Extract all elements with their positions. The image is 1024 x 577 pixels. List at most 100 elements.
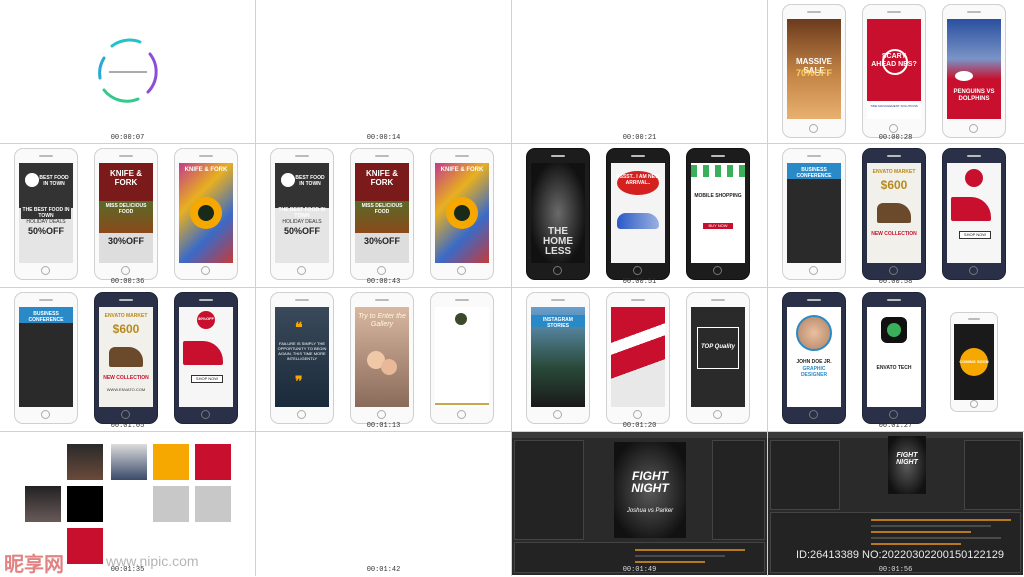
thumbnail-11[interactable]: INSTAGRAM STORIES TOP Quality 00:01:20 <box>512 288 767 431</box>
timestamp: 00:01:42 <box>366 566 401 574</box>
screen-collection: NEW COLLECTION <box>103 375 149 381</box>
screen-title: KNIFE & FORK <box>440 167 484 173</box>
fight-subtitle: Joshua vs Parker <box>626 508 674 514</box>
buy-now-button[interactable]: BUY NOW <box>703 223 733 229</box>
thumbnail-8[interactable]: BUSINESS CONFERENCE ENVATO MARKET $600 N… <box>768 144 1023 287</box>
phone-mockup: TOP Quality <box>686 292 750 424</box>
thumbnail-10[interactable]: ❝ FAILURE IS SIMPLY THE OPPORTUNITY TO B… <box>256 288 511 431</box>
phone-screen: BEST FOOD IN TOWN THE BEST FOOD IN TOWN … <box>275 163 329 263</box>
screen-value: 50%OFF <box>27 226 64 236</box>
screen-title: INSTAGRAM STORIES <box>543 317 573 329</box>
screen-deal: HOLIDAY DEALS <box>26 219 66 225</box>
quote-open-icon: ❝ <box>295 319 303 335</box>
color-swatch-red <box>67 528 103 564</box>
quote-close-icon: ❞ <box>295 373 303 389</box>
screen-price: $600 <box>880 178 908 192</box>
timestamp: 00:01:56 <box>878 566 913 574</box>
timestamp: 00:01:20 <box>622 422 657 430</box>
phone-screen: TOP Quality <box>691 307 745 407</box>
timestamp: 00:01:13 <box>366 422 401 430</box>
phone-screen: KNIFE & FORK MISS DELICIOUS FOOD 30%OFF <box>99 163 153 263</box>
phone-screen: INSTAGRAM STORIES <box>531 307 585 407</box>
phone-mockup: BEST FOOD IN TOWN THE BEST FOOD IN TOWN … <box>270 148 334 280</box>
project-panel <box>770 440 840 510</box>
after-effects-window: FIGHT NIGHT Joshua vs Parker <box>512 432 767 575</box>
thumbnail-9[interactable]: BUSINESS CONFERENCE ENVATO MARKET $600 N… <box>0 288 255 431</box>
screen-line: MISS DELICIOUS FOOD <box>361 203 403 215</box>
phone-mockup: KNIFE & FORK <box>430 148 494 280</box>
phone-screen: MASSIVE SALE 70%OFF <box>787 19 841 119</box>
phone-screen: ENVATO TECH <box>867 307 921 407</box>
screen-footer: TIME MANAGEMENT SOLUTIONS <box>870 104 918 108</box>
timestamp: 00:01:27 <box>878 422 913 430</box>
screen-value: 30%OFF <box>197 316 214 321</box>
screen-site: WWW.ENVATO.COM <box>106 387 146 392</box>
thumbnail-6[interactable]: BEST FOOD IN TOWN THE BEST FOOD IN TOWN … <box>256 144 511 287</box>
watermark-site: www.nipic.com <box>106 553 199 569</box>
phone-mockup: 30%OFF SHOP NOW <box>174 292 238 424</box>
phone-mockup <box>606 292 670 424</box>
screen-title: KNIFE & FORK <box>366 169 398 187</box>
phone-screen: Try to Enter the Gallery <box>355 307 409 407</box>
screen-value: 50%OFF <box>283 226 320 236</box>
phone-screen: BUSINESS CONFERENCE <box>787 163 841 263</box>
thumbnail-2[interactable]: 00:00:14 <box>256 0 511 143</box>
effects-panel <box>964 440 1021 510</box>
shop-now-button[interactable]: SHOP NOW <box>191 375 223 383</box>
screen-text: TOP Quality <box>700 344 735 350</box>
photo-swatch <box>25 486 61 522</box>
phone-screen: PENGUINS VS DOLPHINS <box>947 19 1001 119</box>
avatar <box>796 315 832 351</box>
thumbnail-15[interactable]: FIGHT NIGHT Joshua vs Parker 00:01:49 <box>512 432 767 575</box>
timestamp: 00:01:05 <box>110 422 145 430</box>
timestamp: 00:00:51 <box>622 278 657 286</box>
phone-mockup: BUSINESS CONFERENCE <box>14 292 78 424</box>
fight-title: FIGHT NIGHT <box>631 469 669 495</box>
timestamp: 00:00:36 <box>110 278 145 286</box>
thumbnail-3[interactable]: 00:00:21 <box>512 0 767 143</box>
phone-mockup: BUSINESS CONFERENCE <box>782 148 846 280</box>
phone-mockup: JOHN DOE JR. GRAPHIC DESIGNER <box>782 292 846 424</box>
screen-title: ENVATO TECH <box>876 365 912 371</box>
profile-name: JOHN DOE JR. <box>796 359 832 365</box>
phone-mockup: SCARY AHEAD NES? TIME MANAGEMENT SOLUTIO… <box>862 4 926 138</box>
color-swatch-gold <box>153 444 189 480</box>
watermark-id: ID:26413389 NO:20220302200150122129 <box>796 549 1004 561</box>
phone-screen <box>611 307 665 407</box>
phone-screen: ENVATO MARKET $600 NEW COLLECTION WWW.EN… <box>99 307 153 407</box>
thumbnail-12[interactable]: JOHN DOE JR. GRAPHIC DESIGNER ENVATO TEC… <box>768 288 1023 431</box>
timestamp: 00:00:21 <box>622 134 657 142</box>
phone-mockup: THE HOME LESS <box>526 148 590 280</box>
phone-mockup: ENVATO MARKET $600 NEW COLLECTION WWW.EN… <box>94 292 158 424</box>
phone-screen: KNIFE & FORK <box>179 163 233 263</box>
thumbnail-14[interactable]: 00:01:42 <box>256 432 511 575</box>
screen-collection: NEW COLLECTION <box>871 231 917 237</box>
phone-mockup: SHOP NOW <box>942 148 1006 280</box>
screen-title: BUSINESS CONFERENCE <box>28 311 64 323</box>
color-swatch-grey <box>195 486 231 522</box>
color-swatch-grey <box>153 486 189 522</box>
screen-title: BEST FOOD IN TOWN <box>295 175 325 187</box>
phone-screen: COMING SOON <box>954 324 994 400</box>
fight-title: FIGHT NIGHT <box>896 452 918 466</box>
phone-mockup: KNIFE & FORK MISS DELICIOUS FOOD 30%OFF <box>94 148 158 280</box>
thumbnail-4[interactable]: MASSIVE SALE 70%OFF SCARY AHEAD NES? TIM… <box>768 0 1023 143</box>
thumbnail-5[interactable]: BEST FOOD IN TOWN THE BEST FOOD IN TOWN … <box>0 144 255 287</box>
timeline-panel <box>770 512 1021 573</box>
screen-title: SCARY AHEAD NES? <box>871 53 917 68</box>
watermark-logo: 昵享网 <box>4 554 64 576</box>
screen-price: $600 <box>112 322 140 336</box>
thumbnail-1[interactable]: 00:00:07 <box>0 0 255 143</box>
screen-title: ENVATO MARKET <box>104 313 148 319</box>
screen-title: PENGUINS VS DOLPHINS <box>953 89 995 102</box>
thumbnail-7[interactable]: THE HOME LESS PSSST.. I AM NEW ARRIVAL..… <box>512 144 767 287</box>
project-panel <box>514 440 584 540</box>
timestamp: 00:00:43 <box>366 278 401 286</box>
phone-screen: KNIFE & FORK <box>435 163 489 263</box>
shop-now-button[interactable]: SHOP NOW <box>959 231 991 239</box>
phone-mockup: Try to Enter the Gallery <box>350 292 414 424</box>
phone-screen <box>435 307 489 407</box>
phone-screen: PSSST.. I AM NEW ARRIVAL.. <box>611 163 665 263</box>
screen-title: KNIFE & FORK <box>110 169 142 187</box>
phone-screen: KNIFE & FORK MISS DELICIOUS FOOD 30%OFF <box>355 163 409 263</box>
